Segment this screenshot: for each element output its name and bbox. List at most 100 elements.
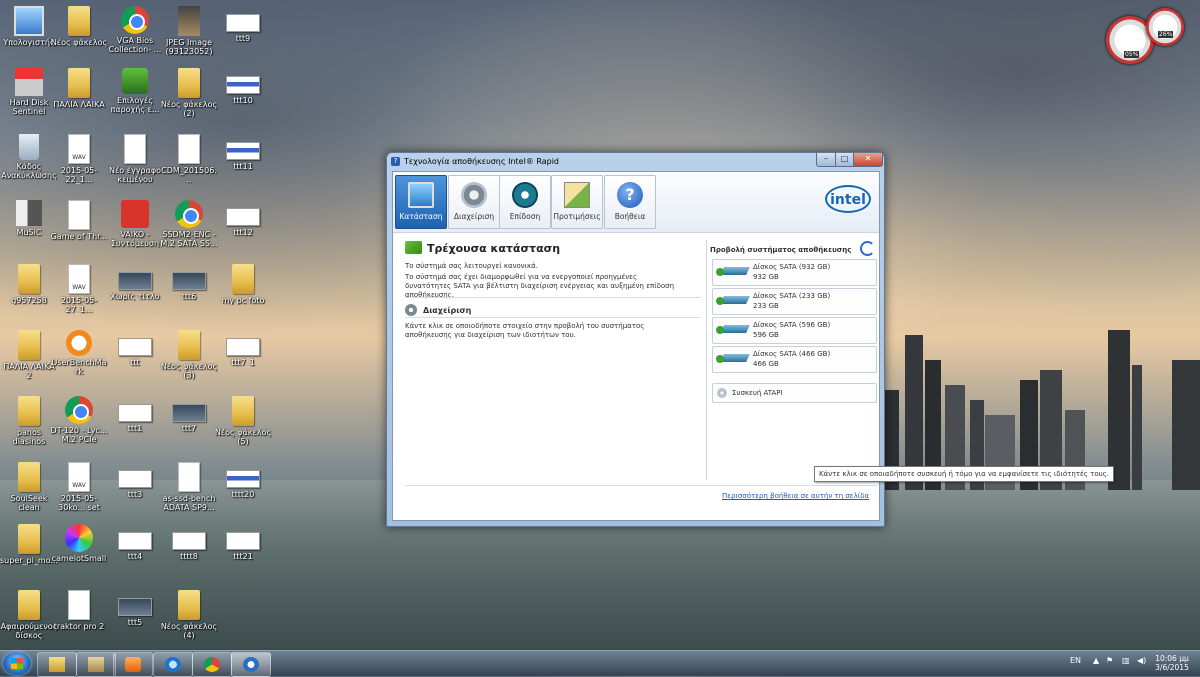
desktop-icon-ttt5[interactable]: ttt5 xyxy=(106,590,164,627)
disk-name: Δίσκος SATA (233 GB) xyxy=(753,292,831,300)
device-tooltip: Κάντε κλικ σε οποιαδήποτε συσκευή ή τόμο… xyxy=(814,466,1115,482)
desktop-icon-wav-0522[interactable]: 2015-05-22_1... xyxy=(50,134,108,184)
desktop-icon-userbenchmark[interactable]: UserBenchMark xyxy=(50,330,108,376)
tab-preferences-label: Προτιμήσεις xyxy=(553,212,601,221)
wav-file-icon xyxy=(68,462,90,492)
tab-help[interactable]: ? Βοήθεια xyxy=(604,175,656,229)
disk-item[interactable]: Δίσκος SATA (596 GB) 596 GB xyxy=(712,317,877,344)
briefcase-icon xyxy=(88,657,104,672)
thumbnail-icon xyxy=(118,532,152,550)
folder-icon xyxy=(232,396,254,426)
wav-file-icon xyxy=(68,264,90,294)
refresh-icon[interactable] xyxy=(860,241,875,256)
power-shortcut-icon xyxy=(121,200,149,228)
disk-item[interactable]: Δίσκος SATA (233 GB) 233 GB xyxy=(712,288,877,315)
volume-icon[interactable]: ◀) xyxy=(1137,656,1146,665)
window-titlebar[interactable]: ? Τεχνολογία αποθήκευσης Intel® Rapid – … xyxy=(387,153,884,171)
hard-disk-icon xyxy=(720,267,750,275)
desktop-icon-ttt3[interactable]: ttt3 xyxy=(106,462,164,499)
thumbnail-icon xyxy=(172,272,206,290)
taskbar-briefcase[interactable] xyxy=(76,652,116,677)
desktop-icon-ttt7[interactable]: ttt7 xyxy=(160,396,218,433)
close-button[interactable]: ✕ xyxy=(853,153,883,167)
desktop-icon-folder-5[interactable]: Νέος φάκελος (5) xyxy=(214,396,272,446)
desktop-icon-folder-4[interactable]: Νέος φάκελος (4) xyxy=(160,590,218,640)
desktop-icon-ttt21[interactable]: ttt21 xyxy=(214,524,272,561)
disk-size: 932 GB xyxy=(753,273,779,281)
desktop-icon-jpeg[interactable]: JPEG Image (93123052) xyxy=(160,6,218,56)
taskbar-explorer[interactable] xyxy=(37,652,77,677)
desktop-icon-traktor[interactable]: traktor pro 2 xyxy=(50,590,108,631)
desktop-icon-wav-0527[interactable]: 2015-05-27_1... xyxy=(50,264,108,314)
desktop-icon-text-doc[interactable]: Νέο έγγραφο κειμένου xyxy=(106,134,164,184)
taskbar-intel-rst[interactable] xyxy=(231,652,271,677)
desktop-icon-ttt9[interactable]: ttt9 xyxy=(214,6,272,43)
desktop-icon-ttt11[interactable]: ttt11 xyxy=(214,134,272,171)
desktop-icon-ssdm2[interactable]: SSDM2-ENC - M.2 SATA SS... xyxy=(160,200,218,248)
tab-manage[interactable]: Διαχείριση xyxy=(448,175,500,229)
clock[interactable]: 10:06 μμ 3/6/2015 xyxy=(1150,654,1194,672)
performance-icon xyxy=(512,182,538,208)
network-icon[interactable]: ▥ xyxy=(1122,656,1130,665)
desktop-icon-ttt1[interactable]: ttt1 xyxy=(106,396,164,433)
file-icon xyxy=(68,590,90,620)
desktop-icon-vaiko[interactable]: VAIKO - Συντόμευση xyxy=(106,200,164,248)
html-file-icon xyxy=(178,462,200,492)
desktop-icon-dt120[interactable]: DT-120 - Lyc... M.2 PCIe SSD... xyxy=(50,396,108,444)
desktop-icon-ttt10[interactable]: ttt10 xyxy=(214,68,272,105)
language-indicator[interactable]: EN xyxy=(1070,656,1081,665)
window-content: Κατάσταση Διαχείριση Επίδοση Προτιμήσεις… xyxy=(392,171,880,521)
more-help-link[interactable]: Περισσότερη βοήθεια σε αυτήν τη σελίδα xyxy=(722,492,869,500)
desktop-icon-cdm[interactable]: CDM_201506... xyxy=(160,134,218,184)
status-heading: Τρέχουσα κατάσταση xyxy=(427,242,561,255)
taskbar-internet-explorer[interactable] xyxy=(153,652,193,677)
desktop-icon-ttt12[interactable]: ttt12 xyxy=(214,200,272,237)
desktop-icon-ttt[interactable]: ttt xyxy=(106,330,164,367)
disk-name: Δίσκος SATA (596 GB) xyxy=(753,321,831,329)
desktop-icon-folder-3[interactable]: Νέος φάκελος (3) xyxy=(160,330,218,380)
ok-check-icon xyxy=(716,355,724,363)
desktop-icon-wav-0530[interactable]: 2015-05-30ko... set .don't thi... xyxy=(50,462,108,512)
taskbar-media-player[interactable] xyxy=(113,652,153,677)
minimize-button[interactable]: – xyxy=(816,153,836,167)
desktop-icon-as-ssd[interactable]: as-ssd-bench ADATA SP9... xyxy=(160,462,218,512)
desktop-icon-folder-2[interactable]: Νέος φάκελος (2) xyxy=(160,68,218,118)
clock-date: 3/6/2015 xyxy=(1155,663,1189,672)
tab-preferences[interactable]: Προτιμήσεις xyxy=(551,175,603,229)
intel-rst-window[interactable]: ? Τεχνολογία αποθήκευσης Intel® Rapid – … xyxy=(386,152,885,527)
show-hidden-icons-icon[interactable]: ▲ xyxy=(1093,656,1099,665)
status-ok-icon xyxy=(405,241,422,254)
app-icon: ? xyxy=(391,157,400,166)
desktop-icon-ttt6[interactable]: ttt6 xyxy=(160,264,218,301)
desktop-icon-untitled[interactable]: Χωρίς τίτλο xyxy=(106,264,164,301)
start-button[interactable] xyxy=(3,652,31,675)
chrome-icon xyxy=(175,200,203,228)
desktop-icon-tttt20[interactable]: tttt20 xyxy=(214,462,272,499)
tab-status[interactable]: Κατάσταση xyxy=(395,175,447,229)
folder-icon xyxy=(18,330,40,360)
maximize-button[interactable]: □ xyxy=(835,153,854,167)
desktop-icon-ttt4[interactable]: ttt4 xyxy=(106,524,164,561)
desktop-icon-game-of-thrones[interactable]: Game of Thr... xyxy=(50,200,108,241)
disk-item[interactable]: Δίσκος SATA (466 GB) 466 GB xyxy=(712,346,877,373)
desktop-icon-ttt7-1[interactable]: ttt7_1 xyxy=(214,330,272,367)
taskbar-chrome[interactable] xyxy=(192,652,232,677)
recycle-bin-icon xyxy=(19,134,39,160)
thumbnail-icon xyxy=(118,470,152,488)
desktop-icon-power-options[interactable]: Επιλογές παροχής ε... xyxy=(106,68,164,114)
disk-size: 466 GB xyxy=(753,360,779,368)
wav-file-icon xyxy=(68,134,90,164)
computer-icon xyxy=(14,6,44,36)
desktop-icon-tttt8[interactable]: tttt8 xyxy=(160,524,218,561)
desktop-icon-vga-bios[interactable]: VGA Bios Collection- ... xyxy=(106,6,164,54)
atapi-device-item[interactable]: Συσκευή ATAPI xyxy=(712,383,877,403)
desktop-icon-palia-laika[interactable]: ΠΑΛΙΑ ΛΑΙΚΑ xyxy=(50,68,108,109)
disk-item[interactable]: Δίσκος SATA (932 GB) 932 GB xyxy=(712,259,877,286)
tab-performance[interactable]: Επίδοση xyxy=(499,175,551,229)
action-center-icon[interactable]: ⚑ xyxy=(1106,656,1113,665)
atapi-device-name: Συσκευή ATAPI xyxy=(732,389,783,397)
thumbnail-icon xyxy=(172,404,206,422)
desktop-icon-camelot[interactable]: camelotSmall xyxy=(50,524,108,563)
desktop-icon-my-pc-foto[interactable]: my pc foto xyxy=(214,264,272,305)
desktop-icon-folder[interactable]: Νέος φάκελος xyxy=(50,6,108,47)
